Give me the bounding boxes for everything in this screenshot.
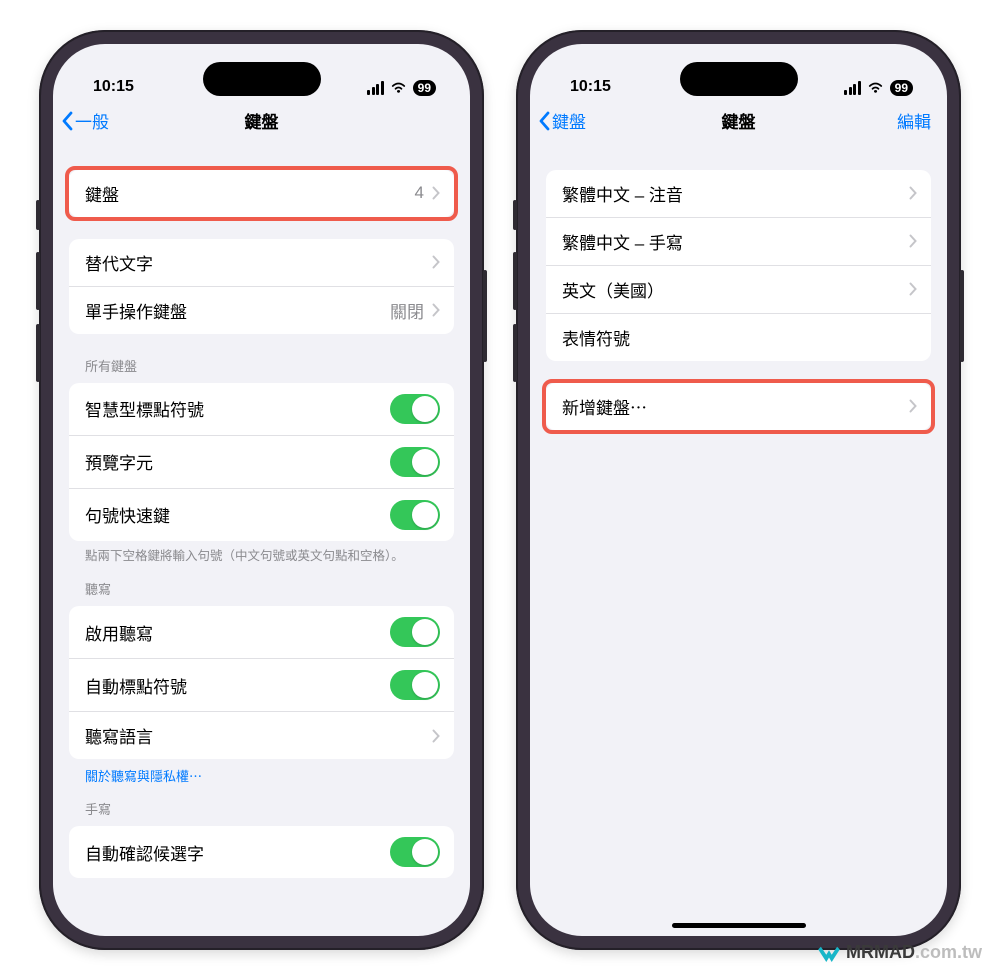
toggle-character-preview[interactable]: [390, 447, 440, 477]
chevron-right-icon: [909, 234, 917, 248]
row-text-replacement[interactable]: 替代文字: [69, 239, 454, 287]
phone-left: 10:15 99 一般 鍵盤 鍵盤 4: [39, 30, 484, 950]
chevron-right-icon: [432, 186, 440, 200]
status-time: 10:15: [93, 78, 153, 96]
chevron-left-icon: [538, 111, 550, 131]
header-dictation: 聽寫: [69, 579, 454, 606]
keyboard-item-handwriting[interactable]: 繁體中文 – 手寫: [546, 218, 931, 266]
chevron-right-icon: [909, 186, 917, 200]
settings-content[interactable]: 鍵盤 4 替代文字 單手操作鍵盤: [53, 144, 470, 936]
row-character-preview[interactable]: 預覽字元: [69, 436, 454, 489]
battery-icon: 99: [890, 80, 913, 96]
dynamic-island: [680, 62, 798, 96]
nav-title: 鍵盤: [245, 108, 279, 133]
watermark-logo-icon: [818, 944, 840, 962]
watermark: MRMAD.com.tw: [818, 942, 982, 963]
chevron-right-icon: [909, 282, 917, 296]
toggle-auto-confirm[interactable]: [390, 837, 440, 867]
row-enable-dictation[interactable]: 啟用聽寫: [69, 606, 454, 659]
row-auto-punctuation[interactable]: 自動標點符號: [69, 659, 454, 712]
row-period-shortcut[interactable]: 句號快速鍵: [69, 489, 454, 541]
header-handwriting: 手寫: [69, 799, 454, 826]
keyboards-content[interactable]: 繁體中文 – 注音 繁體中文 – 手寫 英文（美國） 表情符號: [530, 144, 947, 936]
chevron-left-icon: [61, 111, 73, 131]
edit-button[interactable]: 編輯: [897, 108, 931, 133]
wifi-icon: [867, 81, 884, 94]
chevron-right-icon: [432, 729, 440, 743]
header-all-keyboards: 所有鍵盤: [69, 356, 454, 383]
wifi-icon: [390, 81, 407, 94]
nav-bar: 一般 鍵盤: [53, 98, 470, 144]
dynamic-island: [203, 62, 321, 96]
row-add-keyboard[interactable]: 新增鍵盤⋯: [546, 383, 931, 430]
back-label: 一般: [75, 108, 109, 133]
back-button[interactable]: 鍵盤: [538, 108, 586, 133]
keyboard-item-zhuyin[interactable]: 繁體中文 – 注音: [546, 170, 931, 218]
row-one-handed[interactable]: 單手操作鍵盤 關閉: [69, 287, 454, 334]
keyboard-item-english-us[interactable]: 英文（美國）: [546, 266, 931, 314]
watermark-domain: .com.tw: [915, 942, 982, 962]
row-smart-punctuation[interactable]: 智慧型標點符號: [69, 383, 454, 436]
link-dictation-privacy[interactable]: 關於聽寫與隱私權⋯: [69, 759, 454, 785]
toggle-period-shortcut[interactable]: [390, 500, 440, 530]
back-button[interactable]: 一般: [61, 108, 109, 133]
chevron-right-icon: [909, 399, 917, 413]
row-dictation-languages[interactable]: 聽寫語言: [69, 712, 454, 759]
chevron-right-icon: [432, 255, 440, 269]
keyboard-item-emoji[interactable]: 表情符號: [546, 314, 931, 361]
home-indicator[interactable]: [672, 923, 806, 928]
toggle-auto-punctuation[interactable]: [390, 670, 440, 700]
watermark-brand: MRMAD: [846, 942, 915, 962]
toggle-smart-punctuation[interactable]: [390, 394, 440, 424]
toggle-enable-dictation[interactable]: [390, 617, 440, 647]
back-label: 鍵盤: [552, 108, 586, 133]
nav-bar: 鍵盤 鍵盤 編輯: [530, 98, 947, 144]
nav-title: 鍵盤: [722, 108, 756, 133]
cellular-icon: [844, 81, 861, 95]
note-period-shortcut: 點兩下空格鍵將輸入句號（中文句號或英文句點和空格）。: [69, 541, 454, 566]
row-keyboards[interactable]: 鍵盤 4: [69, 170, 454, 217]
status-time: 10:15: [570, 78, 630, 96]
phone-right: 10:15 99 鍵盤 鍵盤 編輯 繁體中文 – 注音: [516, 30, 961, 950]
chevron-right-icon: [432, 303, 440, 317]
cellular-icon: [367, 81, 384, 95]
battery-icon: 99: [413, 80, 436, 96]
row-auto-confirm[interactable]: 自動確認候選字: [69, 826, 454, 878]
